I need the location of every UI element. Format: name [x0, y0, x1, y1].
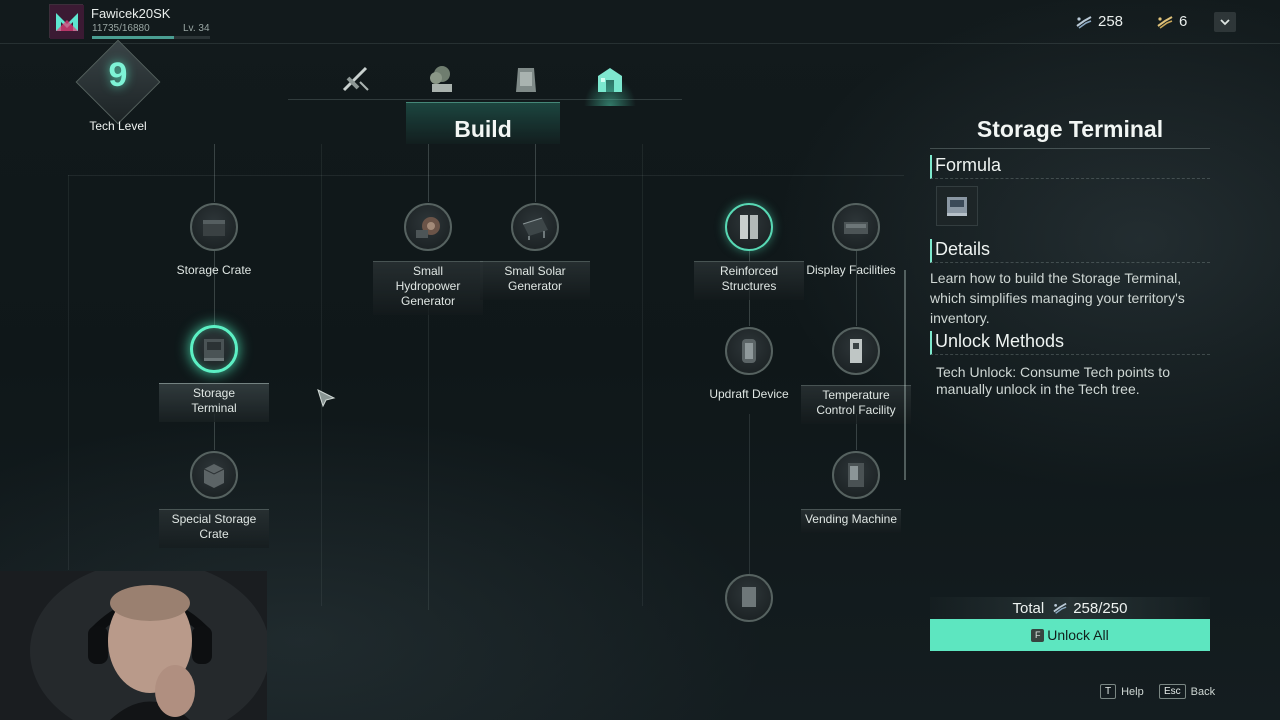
node-circle[interactable] — [725, 327, 773, 375]
ancient-tech-value: 6 — [1179, 13, 1188, 30]
unlock-all-key: F — [1031, 628, 1045, 642]
help-key: T — [1100, 684, 1117, 699]
tree-scrollbar[interactable] — [904, 270, 906, 480]
streamer-webcam-image — [0, 571, 267, 720]
node-label: Storage Terminal — [159, 383, 269, 422]
column-divider — [321, 144, 322, 606]
connector-line — [535, 144, 536, 202]
reinforced-structures-icon — [740, 215, 758, 239]
unlock-all-label: Unlock All — [1047, 627, 1109, 643]
help-hint[interactable]: T Help — [1100, 684, 1144, 699]
node-label: Small Hydropower Generator — [373, 261, 483, 315]
node-circle[interactable] — [190, 325, 238, 373]
node-circle[interactable] — [832, 203, 880, 251]
tech-point-icon — [1053, 602, 1067, 614]
hydropower-generator-icon — [416, 217, 440, 238]
connector-line — [428, 300, 429, 610]
tree-top-rule — [68, 175, 904, 176]
back-label: Back — [1190, 685, 1216, 698]
node-circle[interactable] — [832, 451, 880, 499]
unlock-methods-text: Tech Unlock: Consume Tech points to manu… — [936, 364, 1170, 397]
solar-generator-icon — [522, 217, 548, 240]
back-hint[interactable]: Esc Back — [1159, 684, 1215, 699]
node-circle[interactable] — [190, 203, 238, 251]
formula-heading: Formula — [930, 155, 1210, 179]
column-divider — [642, 144, 643, 606]
node-circle[interactable] — [190, 451, 238, 499]
vending-machine-icon — [848, 463, 864, 487]
back-key: Esc — [1159, 684, 1186, 699]
tech-points-counter: 258 — [1075, 13, 1123, 30]
display-facilities-icon — [844, 222, 868, 234]
connector-line — [428, 144, 429, 202]
node-label: Special Storage Crate — [159, 509, 269, 548]
device-icon — [742, 587, 756, 607]
ancient-tech-counter: 6 — [1156, 13, 1187, 30]
total-cost: Total 258/250 — [930, 597, 1210, 619]
node-label: Temperature Control Facility — [801, 385, 911, 424]
connector-line — [214, 144, 215, 202]
special-storage-crate-icon — [203, 464, 225, 488]
node-circle[interactable] — [832, 327, 880, 375]
connector-line — [749, 414, 750, 574]
node-label: Reinforced Structures — [694, 261, 804, 300]
details-text: Learn how to build the Storage Terminal,… — [930, 270, 1185, 326]
webcam-overlay — [0, 571, 267, 720]
total-label: Total — [1012, 599, 1045, 617]
storage-terminal-icon — [947, 197, 967, 216]
node-circle[interactable] — [725, 574, 773, 622]
node-circle[interactable] — [511, 203, 559, 251]
tech-points-value: 258 — [1098, 13, 1124, 30]
node-label: Vending Machine — [801, 509, 901, 533]
help-label: Help — [1121, 685, 1144, 698]
chevron-down-icon — [1220, 18, 1230, 25]
temperature-control-icon — [850, 339, 862, 363]
node-label: Display Facilities — [806, 263, 896, 277]
detail-title-underline — [930, 148, 1210, 149]
node-label: Storage Crate — [176, 263, 252, 277]
menu-dropdown-button[interactable] — [1214, 12, 1236, 32]
node-label: Updraft Device — [709, 387, 789, 401]
unlock-all-button[interactable]: F Unlock All — [930, 619, 1210, 651]
node-label: Small Solar Generator — [480, 261, 590, 300]
tech-point-icon — [1076, 15, 1092, 29]
node-circle[interactable] — [725, 203, 773, 251]
total-value: 258/250 — [1073, 599, 1128, 617]
unlock-methods-heading: Unlock Methods — [930, 331, 1210, 355]
mouse-cursor-icon — [317, 389, 336, 408]
node-circle[interactable] — [404, 203, 452, 251]
updraft-device-icon — [742, 339, 756, 363]
detail-title: Storage Terminal — [976, 116, 1164, 142]
storage-terminal-icon — [204, 339, 224, 361]
ancient-tech-icon — [1157, 15, 1173, 29]
column-divider — [68, 175, 69, 570]
formula-item[interactable] — [936, 186, 978, 226]
details-heading: Details — [930, 239, 1210, 263]
storage-crate-icon — [203, 220, 225, 236]
